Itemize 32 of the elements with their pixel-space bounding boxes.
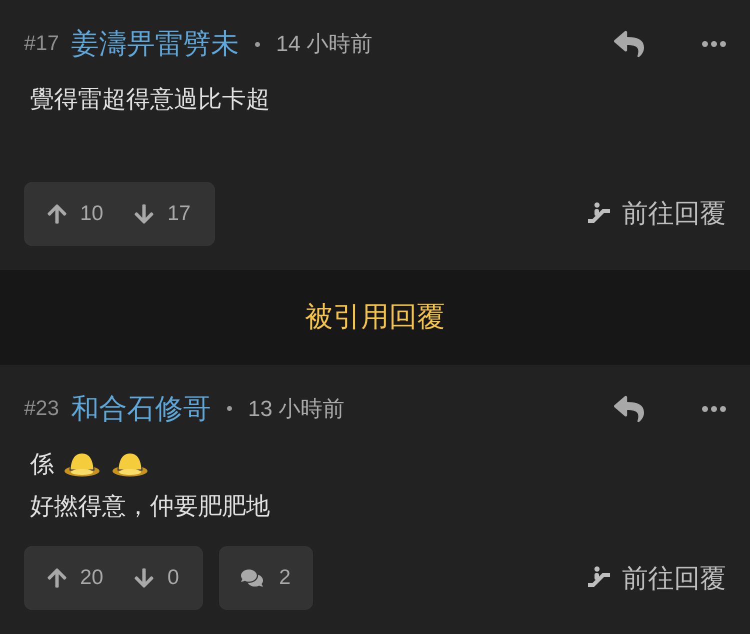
author-name[interactable]: 和合石修哥 — [71, 390, 212, 428]
arrow-down-icon — [133, 567, 156, 589]
banner-title: 被引用回覆 — [305, 300, 445, 334]
more-icon — [702, 41, 726, 47]
downvote-button[interactable]: 17 — [133, 202, 191, 226]
reply-button[interactable] — [614, 394, 644, 424]
downvote-button[interactable]: 0 — [133, 566, 180, 590]
upvote-button[interactable]: 20 — [46, 566, 104, 590]
reply-icon — [614, 29, 644, 59]
post-time: 13 小時前 — [248, 394, 345, 422]
comments-button[interactable]: 2 — [219, 546, 313, 610]
reply-icon — [614, 394, 644, 424]
more-button[interactable] — [702, 41, 726, 47]
post-time: 14 小時前 — [276, 30, 373, 58]
author-name[interactable]: 姜濤畀雷劈未 — [71, 25, 240, 63]
reply-button[interactable] — [614, 29, 644, 59]
separator-dot — [227, 406, 232, 411]
goto-reply-link[interactable]: 前往回覆 — [586, 196, 726, 231]
post-text: 好撚得意，仲要肥肥地 — [30, 492, 270, 522]
arrow-down-icon — [133, 202, 156, 224]
upvote-button[interactable]: 10 — [46, 202, 104, 226]
more-button[interactable] — [702, 406, 726, 412]
post-number: #17 — [24, 32, 60, 56]
more-icon — [702, 406, 726, 412]
post-text: 覺得雷超得意過比卡超 — [30, 85, 270, 115]
arrow-up-icon — [46, 567, 68, 589]
speech-bubbles-icon — [241, 567, 264, 589]
goto-reply-link[interactable]: 前往回覆 — [586, 560, 726, 596]
separator-dot — [255, 42, 260, 46]
post-text: 係 — [30, 450, 54, 480]
post-number: #23 — [24, 396, 60, 420]
arrow-up-icon — [46, 202, 68, 224]
